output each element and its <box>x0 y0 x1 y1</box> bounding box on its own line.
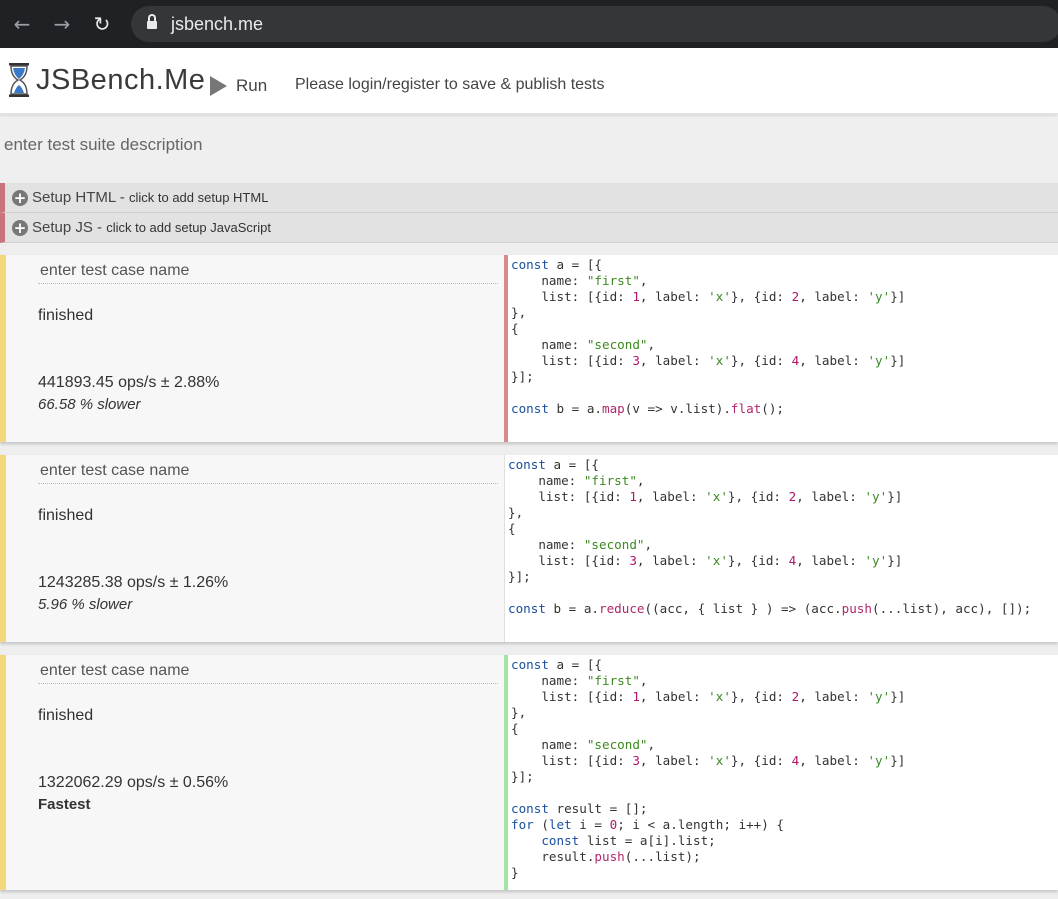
test-ops-result: 1322062.29 ops/s ± 0.56% <box>38 774 229 791</box>
browser-chrome: ← → ↻ jsbench.me <box>0 0 1058 48</box>
forward-arrow-icon[interactable]: → <box>48 10 76 38</box>
test-case-name-input[interactable] <box>38 258 498 284</box>
test-case-card: finished 441893.45 ops/s ± 2.88% 66.58 %… <box>0 255 1058 442</box>
test-case-info: finished 1243285.38 ops/s ± 1.26% 5.96 %… <box>6 455 504 642</box>
test-case-card: finished 1243285.38 ops/s ± 1.26% 5.96 %… <box>0 455 1058 642</box>
test-case-card: finished 1322062.29 ops/s ± 0.56% Fastes… <box>0 655 1058 890</box>
setup-html-row[interactable]: + Setup HTML - click to add setup HTML <box>0 183 1058 213</box>
code-editor[interactable]: const a = [{ name: "first", list: [{id: … <box>504 255 1058 442</box>
address-bar[interactable]: jsbench.me <box>131 6 1058 42</box>
test-status: finished <box>38 707 94 724</box>
lock-icon <box>147 14 157 29</box>
test-case-name-input[interactable] <box>38 458 498 484</box>
test-relative-speed: 5.96 % slower <box>38 596 133 613</box>
test-relative-speed: Fastest <box>38 796 91 813</box>
setup-html-hint: click to add setup HTML <box>128 190 269 205</box>
login-register-link[interactable]: Please login/register to save & publish … <box>295 76 605 94</box>
reload-icon[interactable]: ↻ <box>88 10 116 38</box>
plus-circle-icon: + <box>12 189 28 207</box>
play-icon <box>210 76 227 96</box>
url-text: jsbench.me <box>171 14 264 34</box>
setup-js-row[interactable]: + Setup JS - click to add setup JavaScri… <box>0 213 1058 243</box>
test-relative-speed: 66.58 % slower <box>38 396 141 413</box>
hourglass-logo-icon <box>9 63 29 97</box>
app-header: JSBench.Me Run Please login/register to … <box>0 48 1058 114</box>
back-arrow-icon[interactable]: ← <box>8 10 36 38</box>
test-ops-result: 1243285.38 ops/s ± 1.26% <box>38 574 229 591</box>
run-label: Run <box>236 76 268 95</box>
code-editor[interactable]: const a = [{ name: "first", list: [{id: … <box>504 655 1058 890</box>
test-ops-result: 441893.45 ops/s ± 2.88% <box>38 374 220 391</box>
test-case-info: finished 441893.45 ops/s ± 2.88% 66.58 %… <box>6 255 504 442</box>
suite-description-area <box>0 117 1058 177</box>
test-status: finished <box>38 307 94 324</box>
test-status: finished <box>38 507 94 524</box>
app-logo-text[interactable]: JSBench.Me <box>36 64 205 97</box>
test-case-name-input[interactable] <box>38 658 498 684</box>
setup-html-title: Setup HTML - click to add setup HTML <box>32 189 269 206</box>
setup-js-title: Setup JS - click to add setup JavaScript <box>32 219 271 236</box>
setup-js-hint: click to add setup JavaScript <box>106 220 271 235</box>
test-case-info: finished 1322062.29 ops/s ± 0.56% Fastes… <box>6 655 504 890</box>
suite-description-input[interactable] <box>4 131 704 159</box>
code-editor[interactable]: const a = [{ name: "first", list: [{id: … <box>504 455 1058 642</box>
plus-circle-icon: + <box>12 219 28 237</box>
